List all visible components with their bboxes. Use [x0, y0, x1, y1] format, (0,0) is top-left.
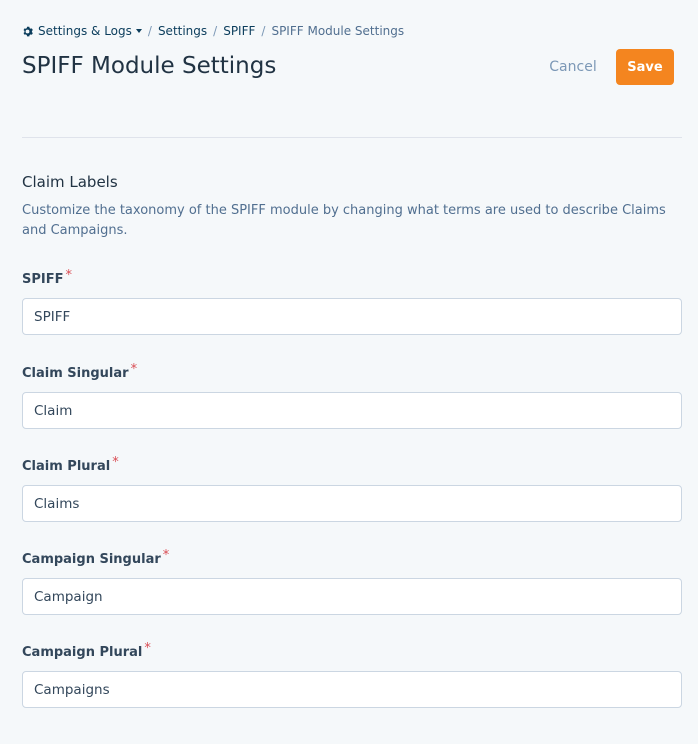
gear-icon	[22, 26, 33, 37]
caret-down-icon	[135, 29, 142, 33]
claim-singular-label: Claim Singular *	[22, 362, 137, 382]
save-button[interactable]: Save	[616, 49, 674, 85]
campaign-singular-input[interactable]	[22, 578, 682, 615]
section-title: Claim Labels	[22, 173, 118, 191]
breadcrumb-spiff-link[interactable]: SPIFF	[223, 23, 255, 39]
field-label-text: Campaign Singular	[22, 552, 161, 567]
settings-logs-dropdown[interactable]: Settings & Logs	[22, 23, 142, 39]
required-mark: *	[130, 362, 138, 377]
required-mark: *	[144, 641, 151, 656]
required-mark: *	[65, 268, 73, 283]
cancel-button[interactable]: Cancel	[541, 55, 605, 79]
settings-logs-label: Settings & Logs	[38, 24, 132, 38]
required-mark: *	[162, 548, 170, 563]
field-label-text: Claim Plural	[22, 459, 111, 474]
header-divider	[22, 137, 682, 138]
breadcrumb-separator: /	[213, 24, 218, 38]
required-mark: *	[112, 455, 119, 470]
spiff-settings-page: Settings & Logs / Settings / SPIFF / SPI…	[0, 0, 698, 744]
claim-plural-input[interactable]	[22, 485, 682, 522]
field-label-text: Campaign Plural	[22, 645, 143, 660]
breadcrumb-separator: /	[147, 24, 152, 38]
campaign-singular-label: Campaign Singular *	[22, 548, 169, 568]
section-description: Customize the taxonomy of the SPIFF modu…	[22, 203, 666, 238]
field-label-text: SPIFF	[22, 272, 64, 287]
breadcrumb-settings-link[interactable]: Settings	[158, 23, 207, 39]
claim-singular-input[interactable]	[22, 392, 682, 429]
spiff-input[interactable]	[22, 298, 682, 335]
field-label-text: Claim Singular	[22, 366, 129, 381]
page-title: SPIFF Module Settings	[22, 53, 277, 79]
claim-plural-label: Claim Plural *	[22, 455, 119, 475]
breadcrumb: Settings & Logs / Settings / SPIFF / SPI…	[22, 23, 404, 39]
spiff-label: SPIFF *	[22, 268, 72, 288]
breadcrumb-current: SPIFF Module Settings	[271, 24, 405, 38]
campaign-plural-label: Campaign Plural *	[22, 641, 151, 661]
campaign-plural-input[interactable]	[22, 671, 682, 708]
breadcrumb-separator: /	[261, 24, 266, 38]
